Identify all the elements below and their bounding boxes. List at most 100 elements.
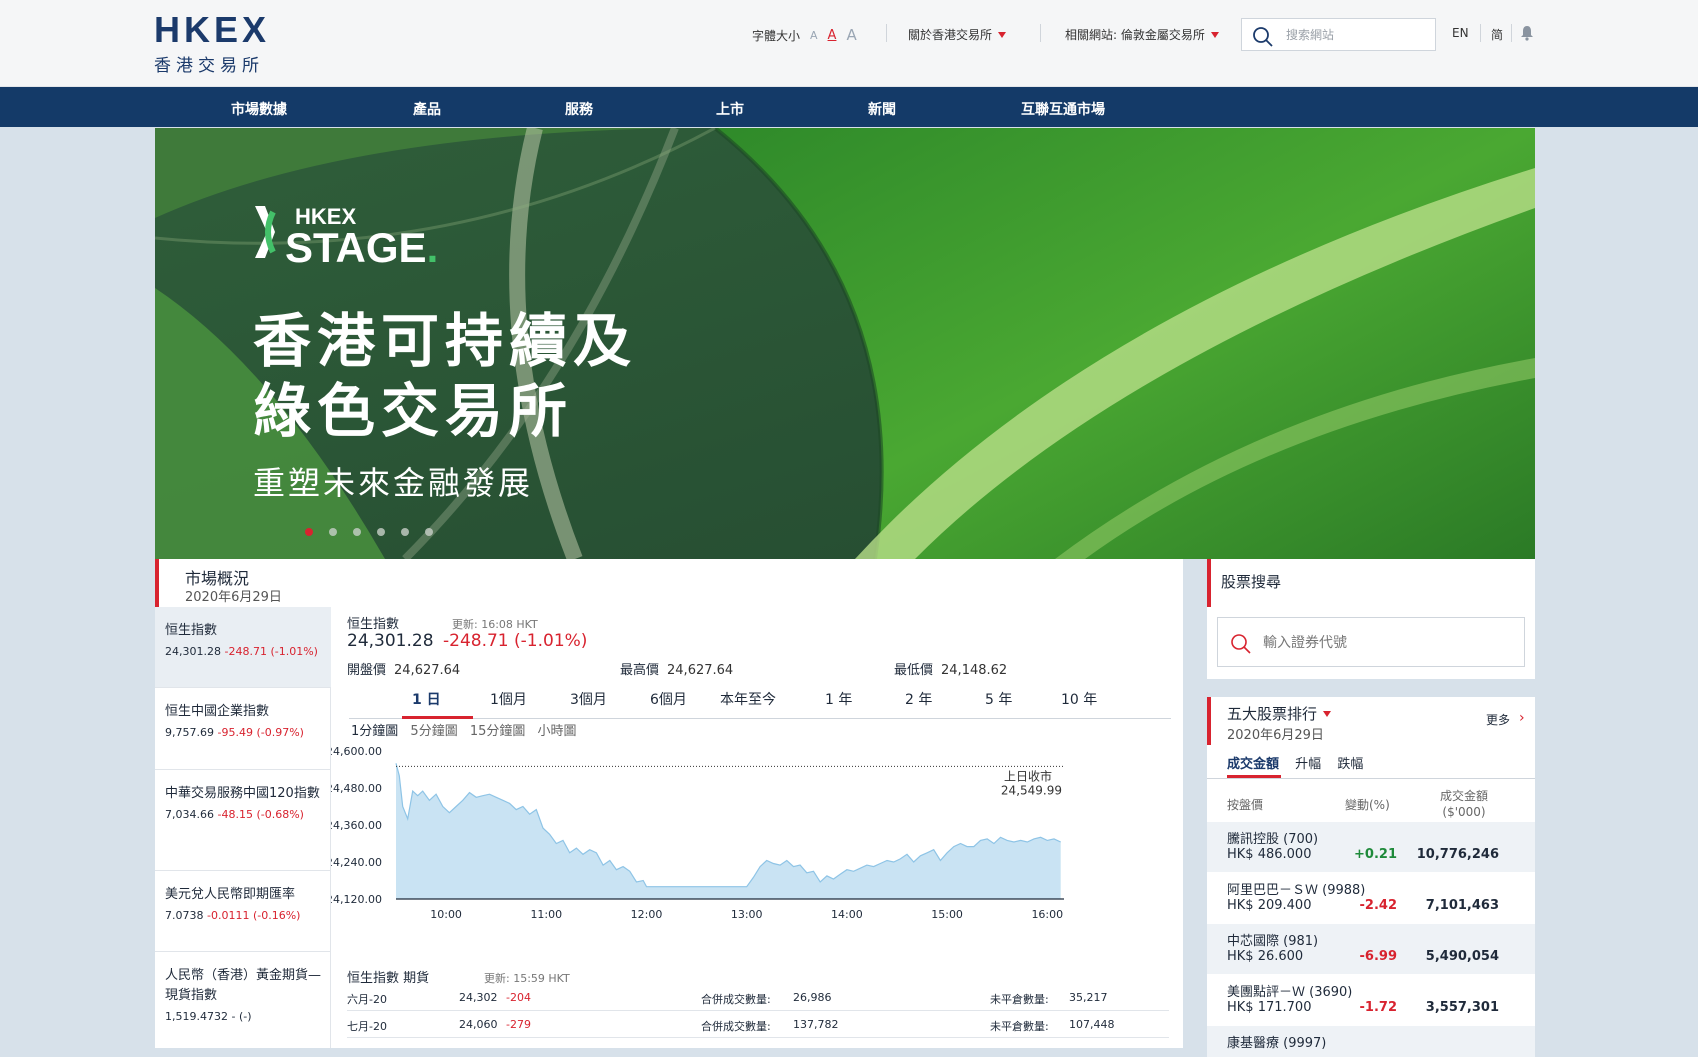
carousel-dot[interactable] [377, 528, 385, 536]
top5-tabs: 成交金額 升幅 跌幅 [1227, 753, 1375, 772]
hero-banner[interactable]: HKEX STAGE. 香港可持續及 綠色交易所 重塑未來金融發展 [155, 128, 1535, 559]
low-label: 最低價 [894, 663, 934, 678]
range-tab-5y[interactable]: 5 年 [985, 689, 1012, 709]
font-size-large[interactable]: A [846, 26, 856, 44]
interval-15min[interactable]: 15分鐘圖 [470, 724, 526, 739]
futures-oi-label: 未平倉數量: [990, 993, 1049, 1006]
col-header-turnover-line1: 成交金額 [1439, 789, 1488, 803]
stock-name: 康基醫療 (9997) [1227, 1036, 1327, 1051]
index-name: 恒生中國企業指數 [165, 704, 270, 719]
range-tab-1y[interactable]: 1 年 [825, 689, 852, 709]
tab-gainers[interactable]: 升幅 [1295, 757, 1321, 772]
range-tab-3m[interactable]: 3個月 [570, 689, 607, 709]
y-tick-label: 24,480.00 [331, 782, 382, 795]
stock-change: -1.72 [1359, 1000, 1397, 1015]
index-item-usdcny[interactable]: 美元兌人民幣即期匯率 7.0738 -0.0111 (-0.16%) [155, 871, 331, 952]
x-axis-ticks: 10:00 11:00 12:00 13:00 14:00 15:00 16:00 [430, 908, 1063, 921]
index-item-cesc120[interactable]: 中華交易服務中國120指數 7,034.66 -48.15 (-0.68%) [155, 770, 331, 871]
intraday-area-chart[interactable]: 上日收市 24,549.99 24,600.00 24,480.00 24,360.… [331, 739, 1183, 969]
stock-code-input[interactable] [1263, 632, 1513, 654]
high-value: 24,627.64 [667, 663, 734, 678]
hero-headline-line1: 香港可持續及 [253, 307, 638, 375]
nav-listing[interactable]: 上市 [716, 99, 744, 119]
interval-1min[interactable]: 1分鐘圖 [351, 724, 398, 739]
chevron-down-icon [1210, 31, 1219, 38]
futures-vol-label: 合併成交數量: [701, 1020, 771, 1033]
lang-en-link[interactable]: EN [1452, 26, 1469, 40]
index-chart-panel: 恒生指數 更新: 16:08 HKT 24,301.28 -248.71 (-1… [331, 607, 1183, 1048]
range-tab-6m[interactable]: 6個月 [650, 689, 687, 709]
futures-month: 六月-20 [347, 993, 387, 1006]
font-size-small[interactable]: A [810, 29, 818, 42]
high-label: 最高價 [620, 663, 660, 678]
stage-logo-stage: STAGE. [285, 224, 439, 271]
range-tab-1d[interactable]: 1 日 [412, 689, 441, 709]
hkex-logo[interactable]: HKEX 香港交易所 [154, 12, 276, 77]
stock-turnover: 3,557,301 [1425, 1000, 1499, 1015]
font-size-medium[interactable]: A [828, 28, 837, 43]
interval-5min[interactable]: 5分鐘圖 [410, 724, 457, 739]
stock-search-field [1217, 617, 1525, 667]
chart-index-change: -248.71 (-1.01%) [443, 631, 588, 651]
nav-services[interactable]: 服務 [565, 99, 593, 119]
stock-price: HK$ 26.600 [1227, 949, 1304, 964]
prev-close-value: 24,549.99 [1001, 783, 1062, 797]
nav-products[interactable]: 產品 [413, 99, 441, 119]
nav-news[interactable]: 新聞 [868, 99, 896, 119]
range-tab-1m[interactable]: 1個月 [490, 689, 527, 709]
top5-title-dropdown[interactable]: 五大股票排行 [1227, 703, 1332, 724]
open-label: 開盤價 [347, 663, 387, 678]
top5-row[interactable]: 阿里巴巴－ＳＷ (9988) HK$ 209.400 -2.42 7,101,4… [1207, 873, 1535, 924]
index-value: 7.0738 [165, 909, 204, 922]
index-item-hscei[interactable]: 恒生中國企業指數 9,757.69 -95.49 (-0.97%) [155, 688, 331, 770]
top5-row[interactable]: 騰訊控股 (700) HK$ 486.000 +0.21 10,776,246 [1207, 822, 1535, 873]
stock-price: HK$ 171.700 [1227, 1000, 1312, 1015]
index-change: -95.49 (-0.97%) [217, 726, 304, 739]
bell-icon[interactable] [1520, 25, 1534, 41]
related-sites-menu[interactable]: 相關網站: 倫敦金屬交易所 [1065, 26, 1219, 43]
stock-change: -2.42 [1359, 898, 1397, 913]
prev-close-label: 上日收市 [1004, 768, 1052, 783]
lang-sc-link[interactable]: 简 [1491, 26, 1503, 43]
site-search-input[interactable] [1286, 25, 1426, 45]
nav-connect[interactable]: 互聯互通市場 [1021, 99, 1105, 119]
search-icon[interactable] [1252, 26, 1274, 48]
market-overview-header: 市場概況 2020年6月29日 [155, 559, 1183, 607]
more-link[interactable]: 更多 [1486, 711, 1510, 728]
interval-hourly[interactable]: 小時圖 [538, 724, 577, 739]
hero-headline: 香港可持續及 綠色交易所 [253, 306, 637, 446]
chevron-down-icon [998, 31, 1007, 38]
low-price: 最低價 24,148.62 [894, 659, 1007, 678]
top5-row[interactable]: 中芯國際 (981) HK$ 26.600 -6.99 5,490,054 [1207, 924, 1535, 975]
x-tick-label: 10:00 [430, 908, 462, 921]
futures-price: 24,060 [459, 1018, 498, 1031]
range-tab-ytd[interactable]: 本年至今 [720, 689, 776, 709]
futures-price: 24,302 [459, 991, 498, 1004]
tab-turnover[interactable]: 成交金額 [1227, 757, 1279, 772]
tab-losers[interactable]: 跌幅 [1337, 757, 1363, 772]
interval-tabs: 1分鐘圖 5分鐘圖 15分鐘圖 小時圖 [351, 720, 585, 739]
carousel-dot[interactable] [353, 528, 361, 536]
stock-turnover: 7,101,463 [1425, 898, 1499, 913]
index-item-hsi[interactable]: 恒生指數 24,301.28 -248.71 (-1.01%) [155, 607, 331, 688]
nav-market-data[interactable]: 市場數據 [231, 99, 287, 119]
x-tick-label: 14:00 [831, 908, 863, 921]
carousel-dot[interactable] [329, 528, 337, 536]
index-item-gold[interactable]: 人民幣（香港）黃金期貨—現貨指數 1,519.4732 - (-) [155, 952, 331, 1048]
carousel-dot[interactable] [401, 528, 409, 536]
range-tab-10y[interactable]: 10 年 [1061, 689, 1097, 709]
search-icon[interactable] [1230, 633, 1252, 655]
top5-row[interactable]: 康基醫療 (9997) [1207, 1026, 1535, 1057]
range-tab-2y[interactable]: 2 年 [905, 689, 932, 709]
futures-row: 七月-20 24,060 -279 合併成交數量: 137,782 未平倉數量:… [347, 1012, 1169, 1038]
carousel-dot[interactable] [425, 528, 433, 536]
open-value: 24,627.64 [394, 663, 461, 678]
carousel-dot[interactable] [305, 528, 313, 536]
top5-row[interactable]: 美團點評－Ｗ (3690) HK$ 171.700 -1.72 3,557,30… [1207, 975, 1535, 1026]
about-hkex-menu[interactable]: 關於香港交易所 [908, 26, 1007, 43]
futures-month: 七月-20 [347, 1020, 387, 1033]
chevron-right-icon[interactable]: › [1519, 710, 1525, 726]
hero-headline-line2: 綠色交易所 [253, 377, 574, 445]
index-name: 美元兌人民幣即期匯率 [165, 887, 296, 902]
index-value: 7,034.66 [165, 808, 214, 821]
